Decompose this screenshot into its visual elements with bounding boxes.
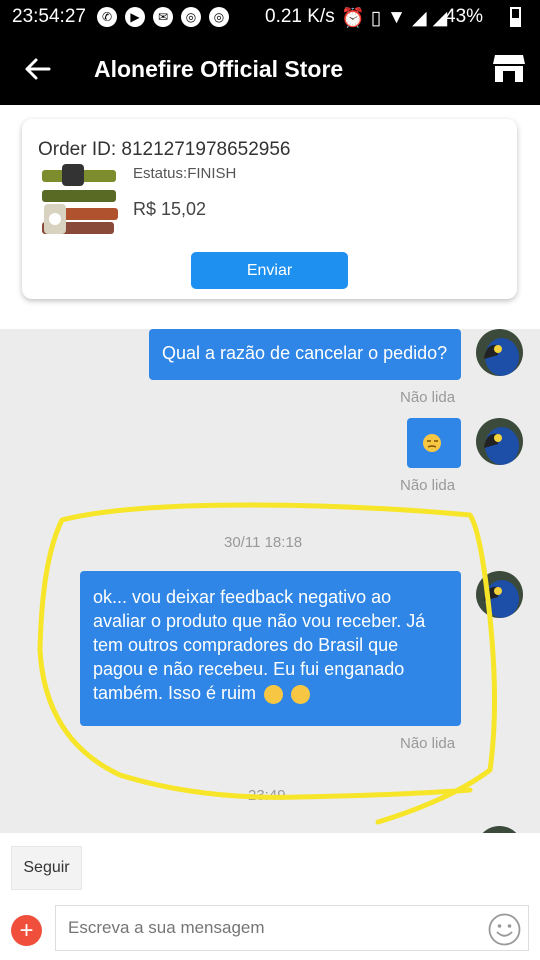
chrome-icon: ◎	[181, 7, 201, 27]
product-thumbnail[interactable]	[40, 164, 118, 239]
order-card[interactable]: Order ID: 8121271978652956 Estatus:FINIS…	[22, 119, 517, 299]
emoji-icon	[423, 434, 441, 452]
message-text: ok... vou deixar feedback negativo ao av…	[93, 587, 426, 703]
sad-emoji-icon	[264, 684, 284, 704]
read-status: Não lida	[400, 477, 456, 494]
battery-icon	[510, 7, 521, 27]
order-id: Order ID: 8121271978652956	[38, 139, 291, 160]
message-input[interactable]	[55, 905, 529, 951]
chat-bubble[interactable]: Qual a razão de cancelar o pedido?	[149, 329, 461, 380]
composer-bar: Seguir +	[0, 833, 540, 960]
emoji-picker-icon[interactable]	[488, 913, 521, 946]
sad-emoji-icon	[291, 684, 311, 704]
app-header: Alonefire Official Store	[0, 34, 540, 105]
notification-icons: ✆ ▶ ✉ ◎ ◎	[97, 7, 229, 27]
order-panel: Order ID: 8121271978652956 Estatus:FINIS…	[0, 105, 540, 329]
store-icon[interactable]	[492, 52, 526, 84]
clock: 23:54:27	[12, 6, 86, 27]
page-title: Alonefire Official Store	[94, 56, 344, 82]
read-status: Não lida	[400, 735, 456, 752]
signal-icon: ◢	[411, 7, 427, 29]
vibrate-icon: ▯	[370, 7, 382, 29]
send-button[interactable]: Enviar	[191, 252, 348, 289]
battery-level: 43%	[445, 6, 484, 27]
follow-button[interactable]: Seguir	[11, 846, 82, 890]
whatsapp-icon: ✆	[97, 7, 117, 27]
chrome-icon: ◎	[209, 7, 229, 27]
add-attachment-button[interactable]: +	[11, 915, 42, 946]
avatar[interactable]	[476, 329, 523, 376]
youtube-icon: ▶	[125, 7, 145, 27]
chat-bubble[interactable]: ok... vou deixar feedback negativo ao av…	[80, 571, 461, 726]
date-separator: 30/11 18:18	[224, 534, 303, 551]
wifi-icon: ▼	[387, 7, 406, 28]
avatar[interactable]	[476, 571, 523, 618]
mail-icon: ✉	[153, 7, 173, 27]
network-speed: 0.21 K/s	[265, 6, 335, 27]
order-status: Estatus:FINISH	[133, 165, 237, 182]
alarm-icon: ⏰	[341, 8, 365, 29]
plus-icon: +	[19, 916, 34, 944]
back-arrow-icon[interactable]	[22, 54, 52, 84]
avatar[interactable]	[476, 418, 523, 465]
time-separator: 23:49	[248, 787, 286, 804]
system-icons: ⏰ ▯ ▼ ◢ ◢	[341, 6, 447, 30]
order-price: R$ 15,02	[133, 199, 207, 219]
read-status: Não lida	[400, 389, 456, 406]
status-bar: 23:54:27 ✆ ▶ ✉ ◎ ◎ 0.21 K/s ⏰ ▯ ▼ ◢ ◢ 43…	[0, 0, 540, 34]
chat-bubble[interactable]	[407, 418, 461, 468]
